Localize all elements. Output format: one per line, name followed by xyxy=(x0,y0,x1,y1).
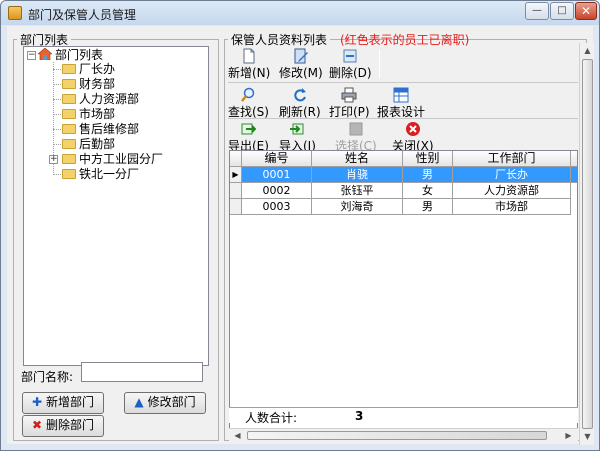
edit-document-icon xyxy=(294,48,308,64)
header-gender[interactable]: 性别 xyxy=(403,151,453,167)
tree-item-marketing[interactable]: 市场部 xyxy=(62,106,115,122)
folder-icon xyxy=(62,109,76,119)
find-button[interactable]: 查找(S) xyxy=(228,87,269,119)
tree-item-hr[interactable]: 人力资源部 xyxy=(62,91,139,107)
vertical-scroll-thumb[interactable] xyxy=(582,59,593,429)
resigned-note: (红色表示的员工已离职) xyxy=(340,33,470,47)
delete-staff-button[interactable]: 删除(D) xyxy=(329,48,372,80)
close-icon xyxy=(405,122,420,136)
new-document-icon xyxy=(243,48,255,64)
staff-group-title: 保管人员资料列表 xyxy=(228,31,331,48)
close-panel-button[interactable]: 关闭(X) xyxy=(392,121,434,153)
header-department[interactable]: 工作部门 xyxy=(453,151,571,167)
tree-item-logistics[interactable]: 后勤部 xyxy=(62,136,115,152)
refresh-icon xyxy=(294,88,306,102)
cell-id[interactable]: 0002 xyxy=(242,183,312,199)
refresh-button[interactable]: 刷新(R) xyxy=(279,87,321,119)
row-indicator-header xyxy=(230,151,242,167)
cell-name[interactable]: 刘海奇 xyxy=(312,199,403,215)
table-row[interactable]: 0002 张钰平 女 人力资源部 xyxy=(230,183,577,199)
scroll-right-arrow[interactable]: ▶ xyxy=(563,430,574,441)
tree-item-factory-office[interactable]: 厂长办 xyxy=(62,61,115,77)
cell-gender[interactable]: 男 xyxy=(403,199,453,215)
tree-item-tiebei-branch[interactable]: 铁北一分厂 xyxy=(62,166,139,182)
search-icon xyxy=(241,87,255,102)
window-title: 部门及保管人员管理 xyxy=(28,8,137,22)
report-icon xyxy=(393,87,409,103)
edit-staff-button[interactable]: 修改(M) xyxy=(279,48,323,80)
delete-department-button[interactable]: ✖ 删除部门 xyxy=(22,415,104,437)
app-icon xyxy=(8,6,22,20)
scroll-up-arrow[interactable]: ▲ xyxy=(582,45,593,56)
expand-toggle[interactable]: + xyxy=(49,155,58,164)
scroll-down-arrow[interactable]: ▼ xyxy=(582,431,593,442)
report-design-button[interactable]: 报表设计 xyxy=(377,87,425,119)
tree-item-after-sales[interactable]: 售后维修部 xyxy=(62,121,139,137)
current-row-marker: ▶ xyxy=(230,167,242,183)
header-id[interactable]: 编号 xyxy=(242,151,312,167)
cell-department[interactable]: 人力资源部 xyxy=(453,183,571,199)
horizontal-scrollbar[interactable]: ◀ ▶ xyxy=(229,428,578,442)
close-window-button[interactable]: ✕ xyxy=(575,2,597,20)
folder-icon xyxy=(62,79,76,89)
home-icon xyxy=(38,48,52,60)
department-tree[interactable]: − 部门列表 厂长办 财务部 人力资源部 市场部 售后维修部 后勤部 + 中方工… xyxy=(23,46,209,366)
minimize-button[interactable]: — xyxy=(525,2,549,20)
print-button[interactable]: 打印(P) xyxy=(329,87,370,119)
title-bar[interactable]: 部门及保管人员管理 — □ ✕ xyxy=(1,1,599,25)
select-icon xyxy=(349,122,363,136)
cell-id[interactable]: 0003 xyxy=(242,199,312,215)
total-count: 3 xyxy=(355,409,364,423)
cell-name[interactable]: 张钰平 xyxy=(312,183,403,199)
dept-name-label: 部门名称: xyxy=(21,370,74,384)
folder-icon xyxy=(62,139,76,149)
export-button[interactable]: 导出(E) xyxy=(228,121,269,153)
plus-icon: ✚ xyxy=(31,395,43,409)
horizontal-scroll-thumb[interactable] xyxy=(247,431,547,440)
client-area: 部门列表 − 部门列表 厂长办 财务部 人力资源部 市场部 售后维修部 后勤部 … xyxy=(7,26,594,445)
tree-item-finance[interactable]: 财务部 xyxy=(62,76,115,92)
cell-gender[interactable]: 女 xyxy=(403,183,453,199)
cell-department[interactable]: 厂长办 xyxy=(453,167,571,183)
import-button[interactable]: 导入(I) xyxy=(279,121,316,153)
folder-icon xyxy=(62,169,76,179)
x-icon: ✖ xyxy=(31,418,43,432)
select-button[interactable]: 选择(C) xyxy=(335,121,377,153)
maximize-button[interactable]: □ xyxy=(550,2,574,20)
table-row[interactable]: 0003 刘海奇 男 市场部 xyxy=(230,199,577,215)
cell-gender[interactable]: 男 xyxy=(403,167,453,183)
scroll-left-arrow[interactable]: ◀ xyxy=(232,430,243,441)
new-staff-button[interactable]: 新增(N) xyxy=(228,48,270,80)
folder-icon xyxy=(62,154,76,164)
table-footer: 人数合计: 3 xyxy=(229,407,578,425)
main-window: 部门及保管人员管理 — □ ✕ 部门列表 − 部门列表 厂长办 财务部 人力资源… xyxy=(0,0,600,451)
printer-icon xyxy=(341,87,357,103)
import-icon xyxy=(290,123,304,135)
folder-icon xyxy=(62,64,76,74)
triangle-up-icon: ▲ xyxy=(134,395,144,409)
cell-name[interactable]: 肖骁 xyxy=(312,167,403,183)
staff-table[interactable]: 编号 姓名 性别 工作部门 ▶ 0001 肖骁 男 厂长办 0002 张钰平 女… xyxy=(229,150,578,436)
cell-id[interactable]: 0001 xyxy=(242,167,312,183)
header-name[interactable]: 姓名 xyxy=(312,151,403,167)
cell-department[interactable]: 市场部 xyxy=(453,199,571,215)
folder-icon xyxy=(62,124,76,134)
table-row[interactable]: ▶ 0001 肖骁 男 厂长办 xyxy=(230,167,577,183)
delete-icon xyxy=(343,49,357,63)
edit-department-button[interactable]: ▲ 修改部门 xyxy=(124,392,206,414)
root-collapse-toggle[interactable]: − xyxy=(27,51,36,60)
folder-icon xyxy=(62,94,76,104)
vertical-scrollbar[interactable]: ▲ ▼ xyxy=(579,43,594,445)
dept-name-input[interactable] xyxy=(81,362,203,382)
tree-item-zhongfang-branch[interactable]: 中方工业园分厂 xyxy=(62,151,163,167)
export-icon xyxy=(241,123,257,135)
add-department-button[interactable]: ✚ 新增部门 xyxy=(22,392,104,414)
table-header: 编号 姓名 性别 工作部门 xyxy=(230,151,577,167)
total-label: 人数合计: xyxy=(245,411,298,425)
